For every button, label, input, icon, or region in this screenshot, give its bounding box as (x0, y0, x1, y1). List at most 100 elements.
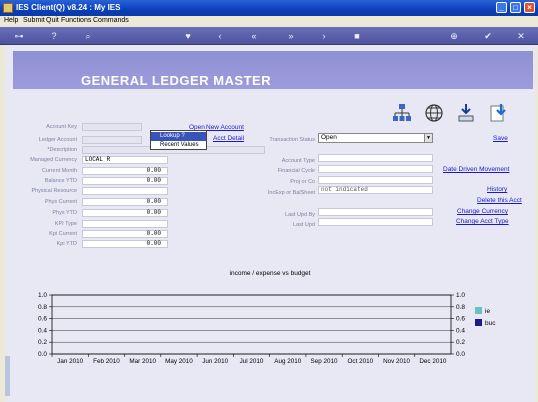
menu-commands[interactable]: Commands (93, 17, 129, 24)
y-tick-label: 0.2 (38, 339, 47, 346)
balance-ytd-field: 0.00 (82, 177, 168, 185)
key-icon[interactable]: ⊶ (10, 30, 28, 42)
last-upd-by-field (318, 208, 433, 216)
budget-chart: 0.0 0.0 0.2 0.2 0.4 0.4 0.6 0.6 0.8 0.8 1.0 1.0 Jan … (38, 292, 496, 365)
save-link[interactable]: Save (493, 135, 508, 142)
transaction-status-label: Transaction Status (269, 137, 315, 143)
kpi-ytd-field: 0.00 (82, 240, 168, 248)
fast-forward-icon[interactable]: » (285, 30, 297, 42)
last-upd-by-label: Last Upd By (285, 212, 315, 218)
history-link[interactable]: History (487, 186, 507, 193)
globe-icon[interactable] (423, 102, 445, 124)
last-upd-label: Last Upd (292, 222, 315, 228)
phys-current-field: 0.00 (82, 198, 168, 206)
kpi-current-field: 0.00 (82, 230, 168, 238)
new-account-link[interactable]: New Account (206, 124, 244, 131)
help-icon[interactable]: ? (48, 30, 60, 42)
change-currency-link[interactable]: Change Currency (457, 208, 508, 215)
incexp-balsheet-label: IncExp or BalSheet (267, 190, 315, 196)
menu-functions[interactable]: Functions (61, 17, 91, 24)
legend-label-ie: ie (485, 308, 490, 315)
managed-currency-field[interactable]: LOCAL R (82, 156, 168, 164)
menu-quit[interactable]: Quit (46, 17, 59, 24)
delete-this-acct-link[interactable]: Delete this Acct (477, 197, 522, 204)
transaction-status-select[interactable]: Open ▼ (318, 133, 433, 143)
y-tick-label-right: 0.2 (456, 339, 465, 346)
close-icon[interactable]: ✕ (515, 30, 527, 42)
x-tick-label: Jun 2010 (202, 358, 228, 365)
y-tick-label-right: 1.0 (456, 292, 465, 299)
kpi-type-label: KPI Type (54, 221, 77, 227)
minimize-button[interactable]: _ (496, 2, 507, 13)
account-key-label: Account Key (46, 124, 77, 130)
chevron-down-icon[interactable]: ▼ (424, 134, 432, 142)
financial-cycle-field[interactable] (318, 165, 433, 173)
menu-help[interactable]: Help (4, 17, 18, 24)
last-upd-field (318, 218, 433, 226)
add-icon[interactable]: ⊕ (448, 30, 460, 42)
y-tick-label: 0.8 (38, 304, 47, 311)
x-tick-label: Oct 2010 (348, 358, 374, 365)
account-type-field[interactable] (318, 154, 433, 162)
page-title: GENERAL LEDGER MASTER (81, 73, 272, 88)
menu-submit[interactable]: Submit (23, 17, 45, 24)
balance-ytd-label: Balance YTD (44, 178, 77, 184)
current-month-field: 0.00 (82, 167, 168, 175)
kpi-current-label: Kpi Current (49, 231, 77, 237)
org-chart-icon[interactable] (391, 102, 413, 124)
download-tray-icon[interactable] (455, 102, 477, 124)
physical-resource-field[interactable] (82, 187, 168, 195)
y-tick-label-right: 0.8 (456, 304, 465, 311)
x-tick-label: Nov 2010 (383, 358, 410, 365)
main-content: GENERAL LEDGER MASTER Account Key Ledger… (5, 46, 535, 402)
legend-swatch-ie (475, 307, 482, 314)
plot-area (51, 294, 452, 355)
menu-bar: Help Submit Quit Functions Commands (0, 16, 538, 27)
page-header: GENERAL LEDGER MASTER (13, 51, 533, 89)
y-tick-label-right: 0.6 (456, 316, 465, 323)
search-icon[interactable]: ⌕ (82, 30, 94, 42)
incexp-balsheet-field[interactable]: not indicated (318, 186, 433, 194)
x-tick-label: Mar 2010 (129, 358, 156, 365)
y-tick-label: 0.6 (38, 316, 47, 323)
x-tick-label: Aug 2010 (274, 358, 301, 365)
heart-icon[interactable]: ♥ (182, 30, 194, 42)
y-tick-label-right: 0.0 (456, 351, 465, 358)
rewind-icon[interactable]: « (248, 30, 260, 42)
acct-detail-link[interactable]: Acct Detail (213, 135, 244, 142)
popup-item-recent-values[interactable]: Recent Values (151, 141, 206, 150)
x-tick-label: Feb 2010 (93, 358, 120, 365)
kpi-ytd-label: Kpi YTD (56, 241, 77, 247)
download-document-icon[interactable] (487, 102, 509, 124)
stop-icon[interactable]: ■ (351, 30, 363, 42)
side-tab[interactable] (5, 356, 10, 396)
y-tick-label: 1.0 (38, 292, 47, 299)
phys-ytd-label: Phys YTD (52, 210, 77, 216)
date-driven-movement-link[interactable]: Date Driven Movement (443, 166, 509, 173)
managed-currency-label: Managed Currency (30, 157, 77, 163)
ok-icon[interactable]: ✔ (482, 30, 494, 42)
account-key-field[interactable] (82, 123, 142, 131)
change-acct-type-link[interactable]: Change Acct Type (456, 218, 509, 225)
ledger-account-field[interactable] (82, 136, 142, 144)
transaction-status-value: Open (321, 134, 337, 141)
phys-current-label: Phys Current (44, 199, 77, 205)
back-icon[interactable]: ‹ (214, 30, 226, 42)
maximize-button[interactable]: □ (510, 2, 521, 13)
y-tick-label-right: 0.4 (456, 327, 465, 334)
kpi-type-field[interactable] (82, 220, 168, 228)
close-window-button[interactable]: × (524, 2, 535, 13)
y-tick-label: 0.4 (38, 327, 47, 334)
proj-or-co-field[interactable] (318, 176, 433, 184)
window-title: IES Client(Q) v8.24 : My IES (16, 3, 121, 12)
app-icon (3, 3, 13, 13)
title-bar: IES Client(Q) v8.24 : My IES _ □ × (0, 0, 538, 16)
physical-resource-label: Physical Resource (31, 188, 77, 194)
x-tick-label: May 2010 (165, 358, 193, 365)
forward-icon[interactable]: › (318, 30, 330, 42)
phys-ytd-field: 0.00 (82, 209, 168, 217)
account-type-label: Account Type (281, 158, 315, 164)
x-tick-label: Jul 2010 (240, 358, 264, 365)
popup-item-lookup[interactable]: Lookup ? (151, 132, 206, 141)
financial-cycle-label: Financial Cycle (277, 168, 315, 174)
